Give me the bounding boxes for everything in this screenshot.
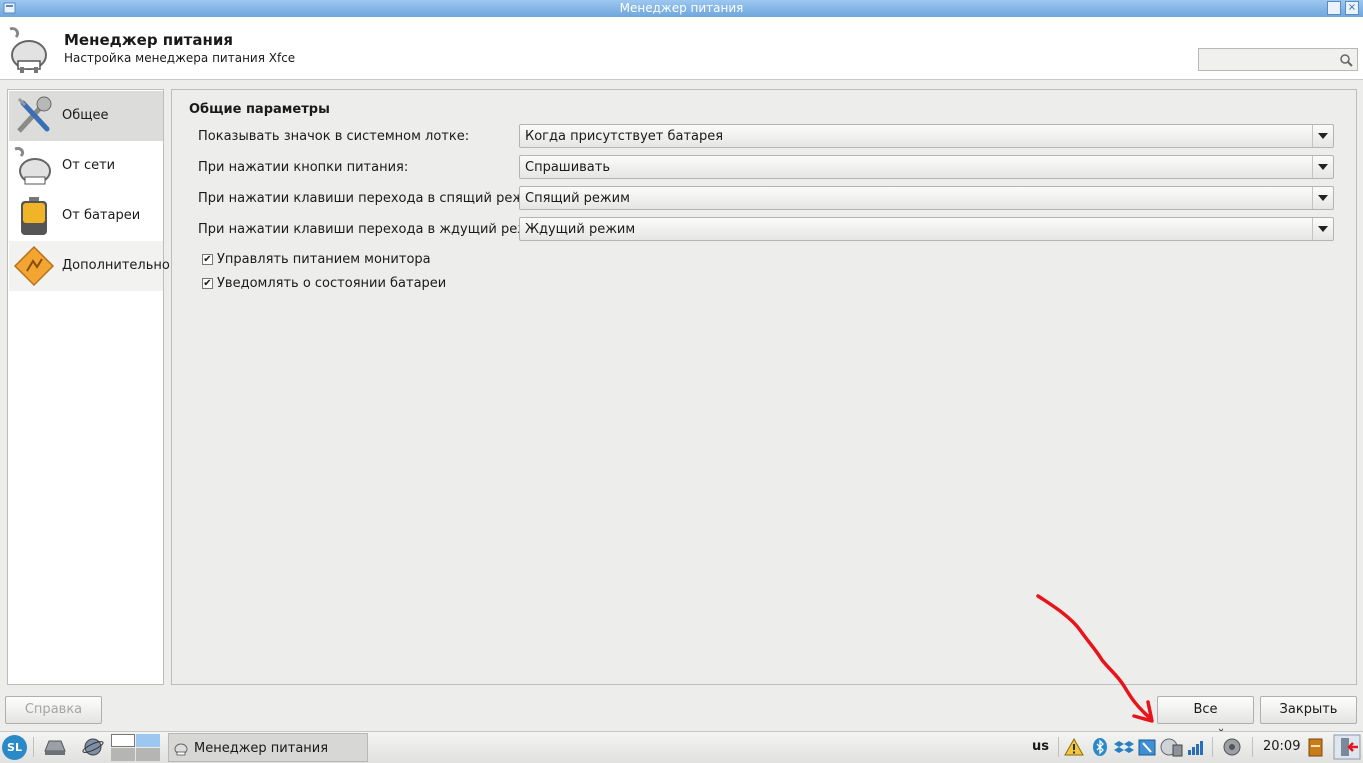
search-input[interactable] — [1198, 48, 1358, 71]
sidebar-item-label: Общее — [62, 108, 109, 123]
maximize-button[interactable] — [1327, 1, 1341, 15]
monitor-power-label: Управлять питанием монитора — [217, 252, 431, 267]
tray-icon-select[interactable]: Когда присутствует батарея — [519, 124, 1334, 148]
help-button[interactable]: Справка — [5, 696, 102, 724]
close-button[interactable]: Закрыть — [1260, 696, 1357, 724]
updates-icon[interactable] — [1137, 737, 1157, 757]
logout-icon[interactable] — [1333, 734, 1361, 760]
advanced-icon — [13, 245, 55, 287]
taskbar: SL Менеджер питания us 20:09 — [0, 731, 1363, 763]
plug-icon — [14, 147, 51, 185]
browser-icon[interactable] — [82, 737, 104, 757]
sidebar-item-label: Дополнительно — [62, 258, 170, 273]
task-label: Менеджер питания — [194, 741, 329, 756]
network-signal-icon[interactable] — [1186, 737, 1206, 757]
sidebar-item-battery[interactable]: От батареи — [9, 191, 163, 241]
keyboard-layout-indicator[interactable]: us — [1032, 739, 1049, 754]
chevron-down-icon — [1312, 218, 1333, 240]
page-subtitle: Настройка менеджера питания Xfce — [64, 51, 296, 65]
taskbar-divider — [1252, 737, 1253, 757]
tools-icon — [17, 96, 52, 133]
sleep-key-label: При нажатии клавиши перехода в спящий ре… — [198, 191, 547, 206]
all-settings-button[interactable]: Все настройки — [1157, 696, 1254, 743]
taskbar-divider — [1212, 737, 1213, 757]
suspend-key-select[interactable]: Ждущий режим — [519, 217, 1334, 241]
settings-panel: Общие параметры Показывать значок в сист… — [171, 89, 1357, 685]
sidebar-item-general[interactable]: Общее — [9, 91, 163, 141]
volume-icon[interactable] — [1222, 737, 1242, 757]
select-value: Спрашивать — [525, 160, 611, 175]
clock[interactable]: 20:09 — [1263, 739, 1300, 754]
sidebar-item-ac-power[interactable]: От сети — [9, 141, 163, 191]
power-plug-icon — [174, 743, 188, 756]
chevron-down-icon — [1312, 187, 1333, 209]
section-title: Общие параметры — [189, 102, 330, 117]
dialog-header: Менеджер питания Настройка менеджера пит… — [0, 17, 1363, 80]
annotation-arrow — [1036, 594, 1154, 723]
chevron-down-icon — [1312, 125, 1333, 147]
window-titlebar: Менеджер питания × — [0, 0, 1363, 17]
search-icon[interactable] — [1339, 53, 1353, 67]
workspace-2[interactable] — [136, 734, 160, 747]
chevron-down-icon — [1312, 156, 1333, 178]
monitor-power-checkbox[interactable]: ✔ — [202, 254, 213, 265]
workspace-1[interactable] — [111, 734, 135, 747]
sleep-key-select[interactable]: Спящий режим — [519, 186, 1334, 210]
power-plug-icon — [9, 27, 47, 73]
taskbar-item-power-manager[interactable]: Менеджер питания — [168, 733, 368, 762]
power-button-select[interactable]: Спрашивать — [519, 155, 1334, 179]
suspend-key-label: При нажатии клавиши перехода в ждущий ре… — [198, 222, 552, 237]
warning-icon[interactable] — [1064, 737, 1084, 757]
window-menu-icon[interactable] — [3, 2, 16, 14]
category-sidebar: Общее От сети От батареи Дополнительно — [7, 89, 170, 685]
select-value: Когда присутствует батарея — [525, 129, 724, 144]
workspace-3[interactable] — [111, 748, 135, 761]
select-value: Спящий режим — [525, 191, 630, 206]
page-title: Менеджер питания — [64, 31, 234, 49]
window-title: Менеджер питания — [619, 1, 744, 15]
taskbar-divider — [1058, 737, 1059, 757]
sidebar-item-advanced[interactable]: Дополнительно — [9, 241, 170, 291]
taskbar-divider — [33, 737, 34, 757]
file-manager-icon[interactable] — [42, 737, 68, 757]
start-menu-button[interactable]: SL — [2, 735, 27, 760]
dropbox-icon[interactable] — [1114, 737, 1134, 757]
sidebar-item-label: От батареи — [62, 208, 141, 223]
notes-icon[interactable] — [1305, 737, 1325, 757]
tray-icon-label: Показывать значок в системном лотке: — [198, 129, 470, 144]
battery-notify-checkbox[interactable]: ✔ — [202, 278, 213, 289]
workspace-4[interactable] — [136, 748, 160, 761]
bluetooth-icon[interactable] — [1090, 737, 1110, 757]
battery-icon — [21, 197, 47, 235]
sidebar-item-label: От сети — [62, 158, 116, 173]
battery-notify-label: Уведомлять о состоянии батареи — [217, 276, 447, 291]
power-tray-icon[interactable] — [1159, 737, 1183, 757]
close-window-button[interactable]: × — [1345, 1, 1359, 15]
power-button-label: При нажатии кнопки питания: — [198, 160, 409, 175]
select-value: Ждущий режим — [525, 222, 636, 237]
